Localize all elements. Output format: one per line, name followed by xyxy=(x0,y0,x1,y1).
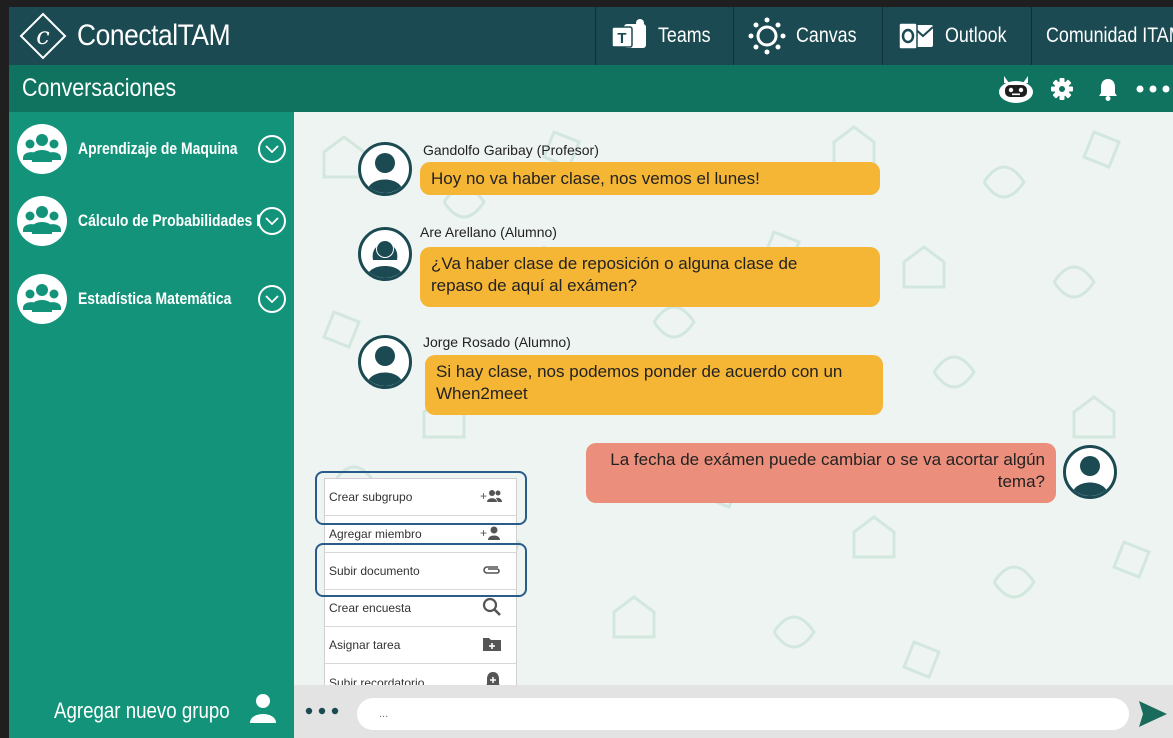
group-icon xyxy=(17,196,67,246)
message-bubble: Hoy no va haber clase, nos vemos el lune… xyxy=(420,162,880,195)
canvas-link[interactable]: Canvas xyxy=(733,7,881,65)
menu-item-label: Crear encuesta xyxy=(329,601,412,615)
teams-label: Teams xyxy=(657,24,711,47)
search-icon xyxy=(482,597,502,620)
conversations-header: Conversaciones xyxy=(9,65,1173,112)
brand-title: ConectalTAM xyxy=(77,19,231,52)
teams-link[interactable]: T Teams xyxy=(594,7,734,65)
group-icon xyxy=(17,124,67,174)
message-bubble: Si hay clase, nos podemos ponder de acue… xyxy=(425,355,883,415)
composer-bar xyxy=(294,685,1173,738)
svg-text:c: c xyxy=(36,22,49,50)
group-item[interactable]: Estadística Matemática xyxy=(9,266,294,332)
message-line: tema? xyxy=(997,472,1045,491)
canvas-icon xyxy=(748,17,786,55)
groups-sidebar: Aprendizaje de Maquina Cálculo de Probab… xyxy=(9,112,294,738)
group-name: Aprendizaje de Maquina xyxy=(78,139,238,158)
menu-item-label: Agregar miembro xyxy=(329,527,422,541)
canvas-label: Canvas xyxy=(796,24,857,47)
folder-plus-icon xyxy=(482,636,502,655)
bot-icon[interactable] xyxy=(995,69,1037,109)
male-avatar-icon[interactable] xyxy=(1063,445,1117,499)
message-line: repaso de aquí al exámen? xyxy=(431,276,638,295)
outlook-link[interactable]: Outlook xyxy=(881,7,1031,65)
add-group-button[interactable]: Agregar nuevo grupo xyxy=(9,684,294,738)
bell-icon[interactable] xyxy=(1087,69,1129,109)
top-links: T Teams Canvas Outlook Comunidad ITAM xyxy=(594,7,1173,65)
add-person-icon: + xyxy=(480,526,502,543)
comunidad-itam-label: Comunidad ITAM xyxy=(1046,24,1173,47)
more-options-button[interactable] xyxy=(304,698,340,724)
message-bubble-outgoing: La fecha de exámen puede cambiar o se va… xyxy=(586,443,1056,503)
group-item[interactable]: Aprendizaje de Maquina xyxy=(9,116,294,182)
message-sender: Jorge Rosado (Alumno) xyxy=(423,334,571,350)
message-line: ¿Va haber clase de reposición o alguna c… xyxy=(431,254,798,273)
send-icon[interactable] xyxy=(1137,699,1169,729)
message-sender: Are Arellano (Alumno) xyxy=(420,224,557,240)
group-name: Cálculo de Probabilidades I xyxy=(78,211,261,230)
group-icon xyxy=(17,274,67,324)
message-line: La fecha de exámen puede cambiar o se va… xyxy=(610,450,1045,469)
outlook-label: Outlook xyxy=(944,24,1007,47)
outlook-icon xyxy=(897,19,935,53)
add-person-icon xyxy=(248,693,278,730)
group-name: Estadística Matemática xyxy=(78,289,232,308)
header-actions xyxy=(991,65,1173,112)
message-bubble: ¿Va haber clase de reposición o alguna c… xyxy=(420,247,880,307)
chevron-down-icon[interactable] xyxy=(258,135,286,163)
message-input[interactable] xyxy=(357,698,1129,730)
top-bar: c ConectalTAM T Teams Canvas Outlook Com… xyxy=(9,7,1173,65)
male-avatar-icon[interactable] xyxy=(358,335,412,389)
page-title: Conversaciones xyxy=(22,74,177,102)
teams-icon: T xyxy=(610,18,648,54)
svg-text:T: T xyxy=(617,30,626,47)
comunidad-itam-link[interactable]: Comunidad ITAM xyxy=(1031,7,1173,65)
gear-icon[interactable] xyxy=(1041,69,1083,109)
male-avatar-icon[interactable] xyxy=(358,142,412,196)
group-item[interactable]: Cálculo de Probabilidades I xyxy=(9,188,294,254)
message-sender: Gandolfo Garibay (Profesor) xyxy=(423,142,599,158)
more-icon[interactable] xyxy=(1133,69,1173,109)
female-avatar-icon[interactable] xyxy=(358,227,412,281)
menu-item-label: Asignar tarea xyxy=(329,638,401,652)
highlight-box xyxy=(315,471,527,525)
svg-text:+: + xyxy=(480,526,487,540)
app-window: c ConectalTAM T Teams Canvas Outlook Com… xyxy=(0,0,1173,738)
menu-item-asignar-tarea[interactable]: Asignar tarea xyxy=(325,627,516,664)
chevron-down-icon[interactable] xyxy=(258,285,286,313)
conectaitam-logo-icon[interactable]: c xyxy=(15,11,71,61)
add-group-label: Agregar nuevo grupo xyxy=(54,698,230,723)
message-line: Si hay clase, nos podemos ponder de acue… xyxy=(436,362,843,381)
chevron-down-icon[interactable] xyxy=(258,207,286,235)
message-line: When2meet xyxy=(436,384,528,403)
highlight-box xyxy=(315,543,527,597)
